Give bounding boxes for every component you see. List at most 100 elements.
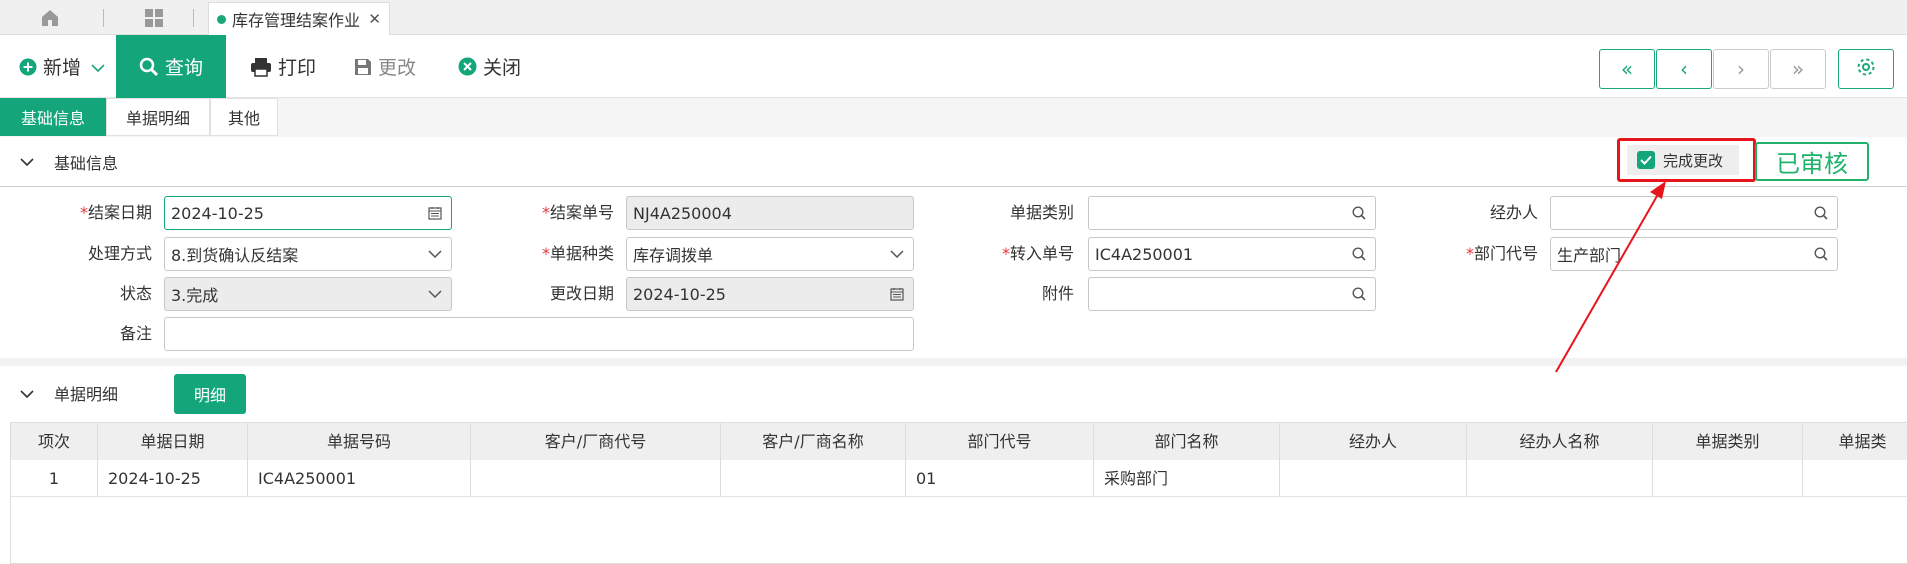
print-label: 打印: [278, 57, 317, 79]
close-button[interactable]: 关闭: [458, 35, 538, 98]
doc-category-field[interactable]: [1088, 196, 1376, 230]
close-date-field[interactable]: 2024-10-25: [164, 196, 452, 230]
calendar-icon[interactable]: [427, 205, 443, 221]
section-divider: [0, 358, 1907, 366]
detail-button[interactable]: 明细: [174, 374, 246, 414]
save-icon: [354, 58, 372, 76]
close-date-label: *结案日期: [79, 203, 152, 222]
table-cell[interactable]: [1467, 460, 1653, 497]
table-cell[interactable]: [1280, 460, 1467, 497]
query-label: 查询: [164, 57, 203, 79]
attachment-field[interactable]: [1088, 277, 1376, 311]
chevron-down-icon[interactable]: [427, 246, 443, 262]
table-cell[interactable]: [1803, 460, 1907, 497]
doc-kind-label: *单据种类: [541, 244, 614, 263]
table-row[interactable]: 1 2024-10-25 IC4A250001 01 采购部门: [11, 460, 1907, 497]
chevron-down-icon[interactable]: [427, 286, 443, 302]
grid-column-header[interactable]: 客户/厂商名称: [721, 423, 906, 460]
method-select[interactable]: 8.到货确认反结案: [164, 237, 452, 271]
dept-code-field[interactable]: 生产部门: [1550, 237, 1838, 271]
search-icon: [139, 57, 159, 77]
chevron-down-icon: [20, 152, 34, 171]
attachment-label: 附件: [1041, 284, 1074, 303]
home-icon[interactable]: [40, 8, 60, 28]
table-cell[interactable]: 1: [11, 460, 98, 497]
calendar-icon[interactable]: [889, 286, 905, 302]
tab-divider: [103, 9, 104, 27]
section-title: 基础信息: [54, 153, 119, 173]
table-cell[interactable]: 采购部门: [1094, 460, 1280, 497]
remark-label: 备注: [119, 324, 152, 343]
approved-stamp: 已审核: [1755, 142, 1869, 181]
grid-column-header[interactable]: 单据日期: [98, 423, 248, 460]
remark-field[interactable]: [164, 317, 914, 351]
prev-record-button[interactable]: ‹: [1656, 49, 1712, 89]
close-no-label: *结案单号: [541, 203, 614, 222]
active-dot-icon: [217, 14, 226, 24]
transfer-no-label: *转入单号: [1001, 244, 1074, 263]
dept-code-label: *部门代号: [1465, 244, 1538, 263]
close-circle-icon: [458, 57, 477, 76]
grid-column-header[interactable]: 部门代号: [906, 423, 1094, 460]
grid-icon[interactable]: [144, 8, 164, 28]
settings-button[interactable]: [1838, 49, 1894, 89]
double-right-icon: »: [1791, 57, 1805, 81]
detail-header[interactable]: 单据明细: [0, 368, 1907, 418]
next-record-button[interactable]: ›: [1713, 49, 1769, 89]
chevron-right-icon: ›: [1737, 57, 1745, 81]
new-label: 新增: [43, 57, 82, 79]
transfer-no-field[interactable]: IC4A250001: [1088, 237, 1376, 271]
grid-column-header[interactable]: 经办人: [1280, 423, 1467, 460]
grid-column-header[interactable]: 客户/厂商代号: [471, 423, 721, 460]
table-cell[interactable]: 2024-10-25: [98, 460, 248, 497]
chevron-down-icon[interactable]: [889, 246, 905, 262]
chevron-left-icon: ‹: [1680, 57, 1688, 81]
new-button[interactable]: 新增: [19, 35, 115, 98]
query-button[interactable]: 查询: [116, 35, 226, 98]
grid-column-header[interactable]: 经办人名称: [1467, 423, 1653, 460]
modify-button[interactable]: 更改: [354, 35, 434, 98]
close-label: 关闭: [483, 57, 522, 79]
modify-date-label: 更改日期: [549, 284, 614, 303]
table-cell[interactable]: [471, 460, 721, 497]
status-select[interactable]: 3.完成: [164, 277, 452, 311]
grid-column-header[interactable]: 单据号码: [248, 423, 471, 460]
search-icon[interactable]: [1813, 205, 1829, 221]
tab-divider: [193, 9, 194, 27]
printer-icon: [250, 57, 272, 77]
chevron-down-icon[interactable]: [91, 56, 105, 78]
last-record-button[interactable]: »: [1770, 49, 1826, 89]
close-tab-icon[interactable]: ✕: [368, 10, 381, 28]
handler-label: 经办人: [1489, 203, 1538, 222]
table-cell[interactable]: [721, 460, 906, 497]
table-cell[interactable]: IC4A250001: [248, 460, 471, 497]
section-title: 单据明细: [54, 385, 119, 404]
tab-other[interactable]: 其他: [210, 98, 278, 136]
tab-bar: 库存管理结案作业 ✕: [0, 0, 1907, 35]
plus-circle-icon: [19, 58, 37, 76]
doc-kind-select[interactable]: 库存调拨单: [626, 237, 914, 271]
first-record-button[interactable]: «: [1599, 49, 1655, 89]
tab-inventory-close[interactable]: 库存管理结案作业 ✕: [208, 2, 390, 35]
search-icon[interactable]: [1351, 286, 1367, 302]
chevron-down-icon: [20, 384, 34, 403]
modify-date-field[interactable]: 2024-10-25: [626, 277, 914, 311]
tab-doc-detail[interactable]: 单据明细: [106, 98, 210, 136]
grid-column-header[interactable]: 项次: [11, 423, 98, 460]
status-label: 状态: [119, 284, 152, 303]
grid-column-header[interactable]: 部门名称: [1094, 423, 1280, 460]
gear-icon: [1856, 57, 1876, 82]
close-no-field[interactable]: NJ4A250004: [626, 196, 914, 230]
grid-column-header[interactable]: 单据类: [1803, 423, 1907, 460]
search-icon[interactable]: [1351, 205, 1367, 221]
search-icon[interactable]: [1351, 246, 1367, 262]
detail-grid: 项次 单据日期 单据号码 客户/厂商代号 客户/厂商名称 部门代号 部门名称 经办人 经办人名称…: [10, 422, 1907, 564]
grid-column-header[interactable]: 单据类别: [1653, 423, 1803, 460]
search-icon[interactable]: [1813, 246, 1829, 262]
table-cell[interactable]: 01: [906, 460, 1094, 497]
handler-field[interactable]: [1550, 196, 1838, 230]
table-cell[interactable]: [1653, 460, 1803, 497]
tab-basic-info[interactable]: 基础信息: [0, 98, 106, 136]
modify-label: 更改: [378, 57, 417, 79]
print-button[interactable]: 打印: [250, 35, 330, 98]
